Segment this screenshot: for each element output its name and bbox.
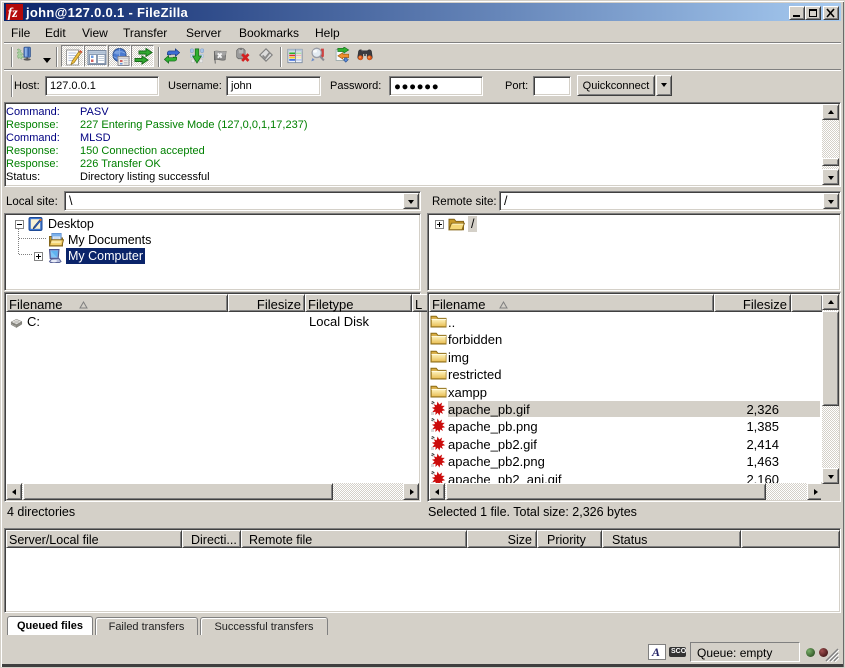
svg-text:fz: fz: [8, 6, 19, 20]
